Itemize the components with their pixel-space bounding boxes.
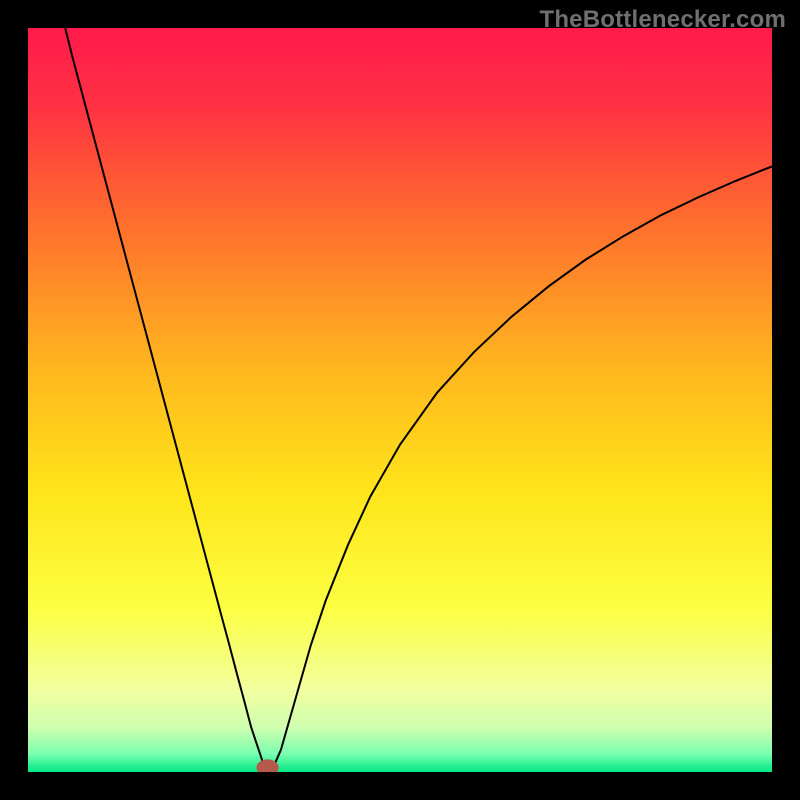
gradient-background [28,28,772,772]
chart-frame: TheBottlenecker.com [0,0,800,800]
plot-area [28,28,772,772]
watermark-text: TheBottlenecker.com [539,6,786,34]
chart-canvas [28,28,772,772]
